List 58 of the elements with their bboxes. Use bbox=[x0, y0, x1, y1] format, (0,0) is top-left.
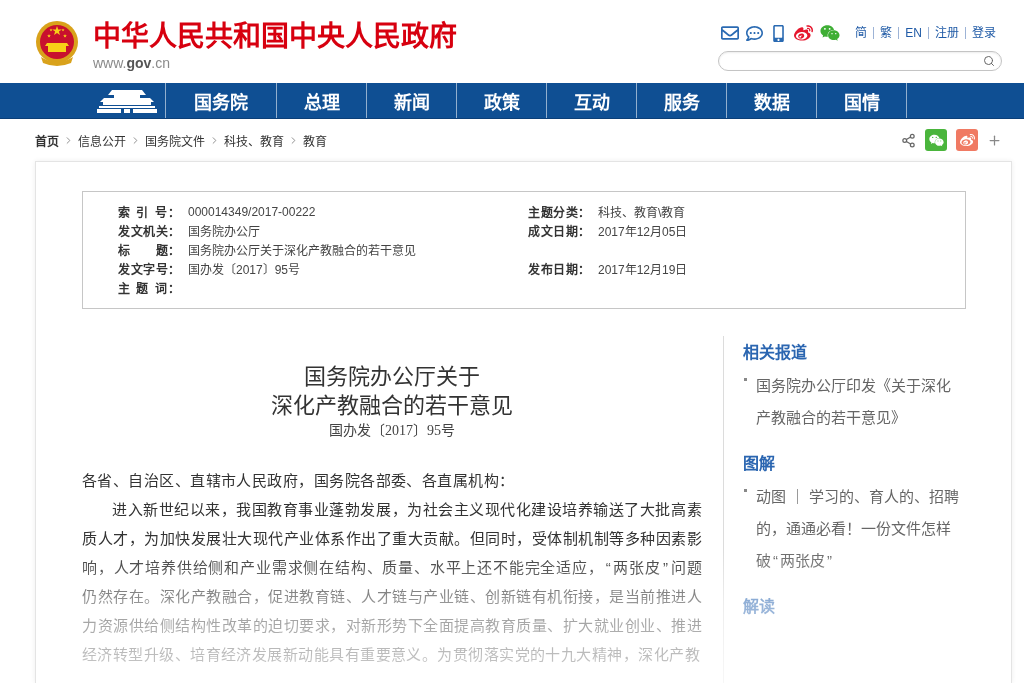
nav-item[interactable]: 政策 bbox=[456, 83, 546, 118]
salutation-text: 各省、自治区、直辖市人民政府，国务院各部委、各直属机构： bbox=[82, 471, 516, 491]
plus-icon[interactable] bbox=[987, 132, 1002, 148]
gate-building-icon bbox=[96, 88, 157, 113]
sidebar-heading: 相关报道 bbox=[743, 342, 808, 363]
breadcrumb-link[interactable]: 首页 bbox=[35, 131, 59, 149]
nav-item[interactable]: 互动 bbox=[546, 83, 636, 118]
wechat-icon[interactable] bbox=[925, 129, 947, 151]
share-icon[interactable] bbox=[901, 132, 916, 148]
search-field[interactable] bbox=[718, 51, 1002, 71]
info-value: 国务院办公厅 bbox=[188, 224, 260, 239]
breadcrumb-link[interactable]: 国务院文件 bbox=[145, 131, 205, 149]
wechat-icon[interactable] bbox=[820, 23, 841, 43]
sidebar-heading: 解读 bbox=[743, 597, 776, 617]
bullet-icon bbox=[744, 489, 747, 492]
info-label: 主 题 词： bbox=[118, 281, 180, 296]
nav-item[interactable]: 国务院 bbox=[165, 83, 276, 118]
info-label: 标 题： bbox=[118, 242, 180, 258]
info-label: 索 引 号： bbox=[118, 204, 180, 220]
info-value: 2017年12月19日 bbox=[598, 262, 688, 277]
header-link[interactable]: EN bbox=[898, 27, 928, 39]
paragraph-text: 进入新世纪以来，我国教育事业蓬勃发展，为社会主义现代化建设培养输送了大批高素质人才，为加快发展壮大现代产业体系作出了重大贡献。但同时，受体制机制等多种因素影响，人才培养供给侧和产业需求侧在结构、质量、水平上还不能完全适应，“两张皮”问题仍然存在。深化产教融合，促进教育链、人才链与产业链、创新链有机衔接，是当前推进人力资源供给侧结构性改革的迫切要求，对新形势下全面提高教育质量、扩大就业创业、推进经济转型升级、培育经济发展新动能具有重要意义。为贯彻落实党的十九大精神，深化产教 bbox=[82, 500, 702, 665]
header-link[interactable]: 登录 bbox=[965, 27, 1002, 39]
info-value: 科技、教育\教育 bbox=[598, 205, 686, 220]
breadcrumb-link[interactable]: 教育 bbox=[303, 131, 327, 149]
sidebar-heading: 图解 bbox=[743, 454, 776, 474]
document-number: 国办发〔2017〕95号 bbox=[328, 422, 456, 440]
sidebar-link[interactable]: 动图 ｜ 学习的、育人的、招聘的，通通必看！一份文件怎样破“两张皮” bbox=[756, 481, 964, 577]
header-link[interactable]: 简 bbox=[849, 27, 874, 39]
info-label: 发布日期： bbox=[528, 261, 590, 277]
site-url: www.gov.cn bbox=[93, 54, 172, 72]
info-label: 主题分类： bbox=[528, 205, 590, 220]
breadcrumb-link[interactable]: 信息公开 bbox=[78, 131, 126, 149]
article-title: 国务院办公厅关于 深化产教融合的若干意见 bbox=[270, 363, 514, 420]
nav-item[interactable]: 新闻 bbox=[366, 83, 456, 118]
info-value: 国办发〔2017〕95号 bbox=[188, 262, 301, 277]
search-icon[interactable] bbox=[983, 55, 995, 67]
info-value: 2017年12月05日 bbox=[598, 224, 688, 239]
weibo-icon[interactable] bbox=[794, 23, 814, 43]
info-label: 发文字号： bbox=[118, 261, 180, 277]
emblem-icon bbox=[35, 21, 79, 68]
nav-item[interactable]: 总理 bbox=[276, 83, 366, 118]
weibo-icon[interactable] bbox=[956, 129, 978, 151]
header-link[interactable]: 繁 bbox=[873, 27, 899, 39]
nav-item[interactable]: 国情 bbox=[816, 83, 906, 118]
info-value: 000014349/2017-00222 bbox=[188, 204, 316, 219]
header-link[interactable]: 注册 bbox=[928, 27, 965, 39]
mail-icon[interactable] bbox=[721, 24, 740, 42]
info-label: 成文日期： bbox=[528, 223, 590, 239]
site-title: 中华人民共和国中央人民政府 bbox=[93, 21, 457, 52]
info-label: 发文机关： bbox=[118, 223, 180, 239]
message-icon[interactable] bbox=[746, 24, 764, 42]
sidebar-link[interactable]: 国务院办公厅印发《关于深化产教融合的若干意见》 bbox=[756, 370, 964, 434]
bullet-icon bbox=[744, 378, 747, 381]
nav-item[interactable]: 数据 bbox=[726, 83, 816, 118]
nav-item[interactable]: 服务 bbox=[636, 83, 726, 118]
info-value: 国务院办公厅关于深化产教融合的若干意见 bbox=[188, 243, 416, 258]
breadcrumb-link[interactable]: 科技、教育 bbox=[224, 131, 284, 149]
